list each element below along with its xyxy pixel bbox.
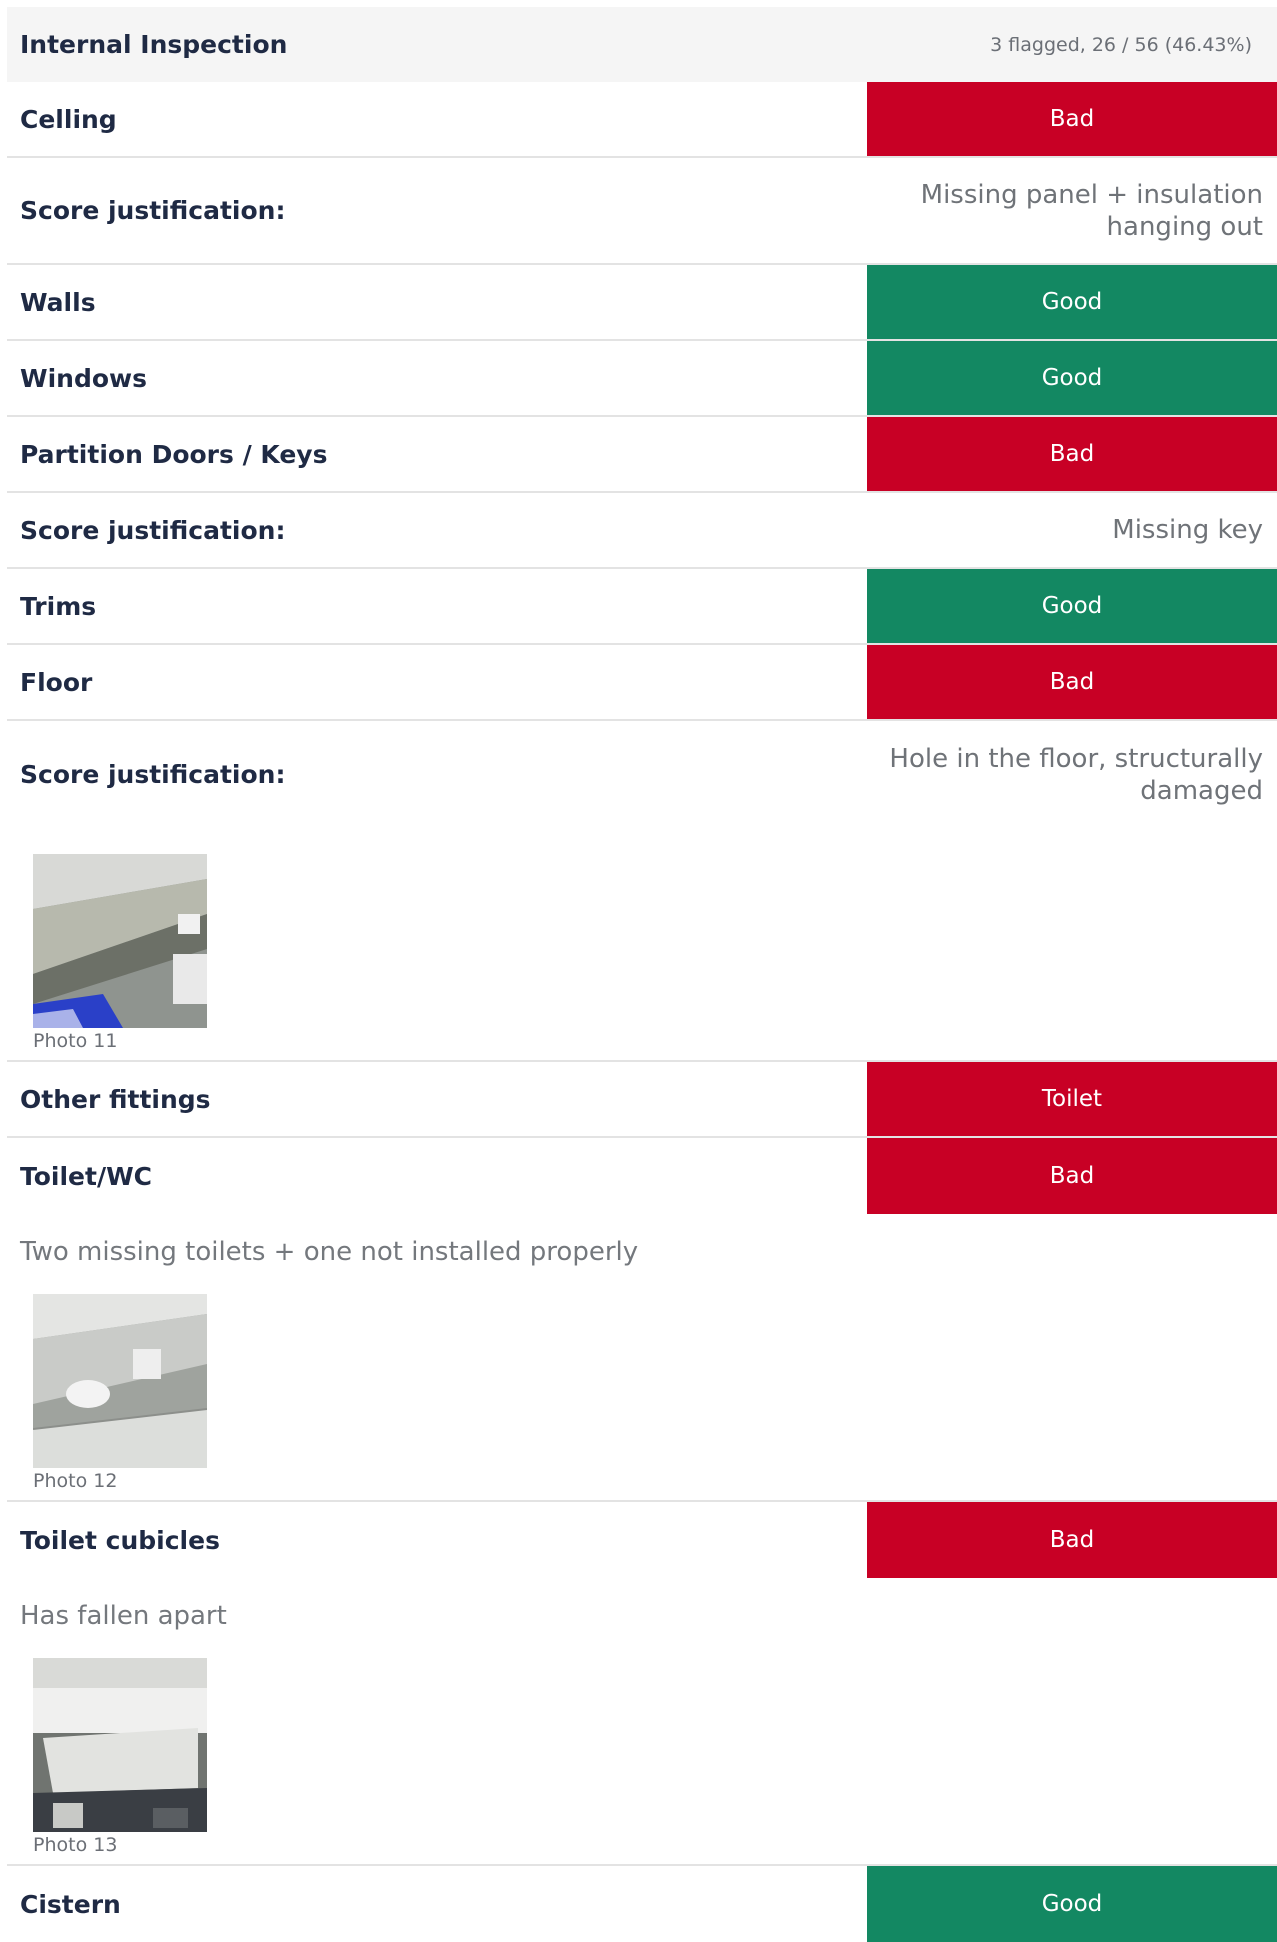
section-header: Internal Inspection 3 flagged, 26 / 56 (… [7,7,1277,82]
row-label: Score justification: [20,760,286,789]
status-badge-bad: Bad [867,82,1277,156]
photo-thumbnail[interactable] [33,1294,207,1468]
row-floor-justification: Score justification: Hole in the floor, … [7,721,1277,828]
row-ceiling-justification: Score justification: Missing panel + ins… [7,158,1277,265]
status-badge-bad: Bad [867,1502,1277,1578]
row-label: Toilet cubicles [20,1525,220,1555]
justification-text: Hole in the floor, structurally damaged [889,743,1263,806]
photo-caption: Photo 13 [33,1834,118,1856]
row-cistern: Cistern Good [7,1866,1277,1942]
justification-text: Missing key [1112,515,1263,545]
row-label: Trims [20,591,97,621]
status-badge-good: Good [867,265,1277,339]
inspection-sheet: Internal Inspection 3 flagged, 26 / 56 (… [7,7,1277,1942]
row-label: Score justification: [20,196,286,225]
photo-thumbnail[interactable] [33,1658,207,1832]
status-badge-good: Good [867,569,1277,643]
row-ceiling: Celling Bad [7,82,1277,158]
section-stats: 3 flagged, 26 / 56 (46.43%) [990,33,1252,56]
row-label: Toilet/WC [20,1161,153,1191]
status-badge-bad: Bad [867,645,1277,719]
photo-caption: Photo 11 [33,1030,118,1052]
photo-thumbnail[interactable] [33,854,207,1028]
row-partition-doors: Partition Doors / Keys Bad [7,417,1277,493]
row-floor: Floor Bad [7,645,1277,721]
photo-block-toilet: Photo 12 [7,1268,1277,1502]
photo-block-floor: Photo 11 [7,828,1277,1062]
row-label: Walls [20,287,96,317]
row-label: Cistern [20,1889,121,1919]
row-label: Windows [20,363,147,393]
row-note: Has fallen apart [20,1601,227,1631]
row-note: Two missing toilets + one not installed … [20,1237,639,1267]
row-label: Floor [20,667,93,697]
status-badge-toilet: Toilet [867,1062,1277,1136]
row-windows: Windows Good [7,341,1277,417]
photo-block-cubicles: Photo 13 [7,1632,1277,1866]
section-title: Internal Inspection [20,30,288,59]
row-other-fittings: Other fittings Toilet [7,1062,1277,1138]
row-toilet-cubicles: Toilet cubicles Bad [7,1502,1277,1578]
status-badge-good: Good [867,1866,1277,1942]
row-label: Celling [20,104,117,134]
row-label: Partition Doors / Keys [20,439,328,469]
row-doors-justification: Score justification: Missing key [7,493,1277,569]
row-label: Other fittings [20,1084,211,1114]
row-trims: Trims Good [7,569,1277,645]
justification-text: Missing panel + insulation hanging out [920,179,1263,242]
status-badge-good: Good [867,341,1277,415]
row-label: Score justification: [20,515,286,545]
row-toilet-wc: Toilet/WC Bad [7,1138,1277,1214]
status-badge-bad: Bad [867,1138,1277,1214]
photo-caption: Photo 12 [33,1470,118,1492]
status-badge-bad: Bad [867,417,1277,491]
row-walls: Walls Good [7,265,1277,341]
